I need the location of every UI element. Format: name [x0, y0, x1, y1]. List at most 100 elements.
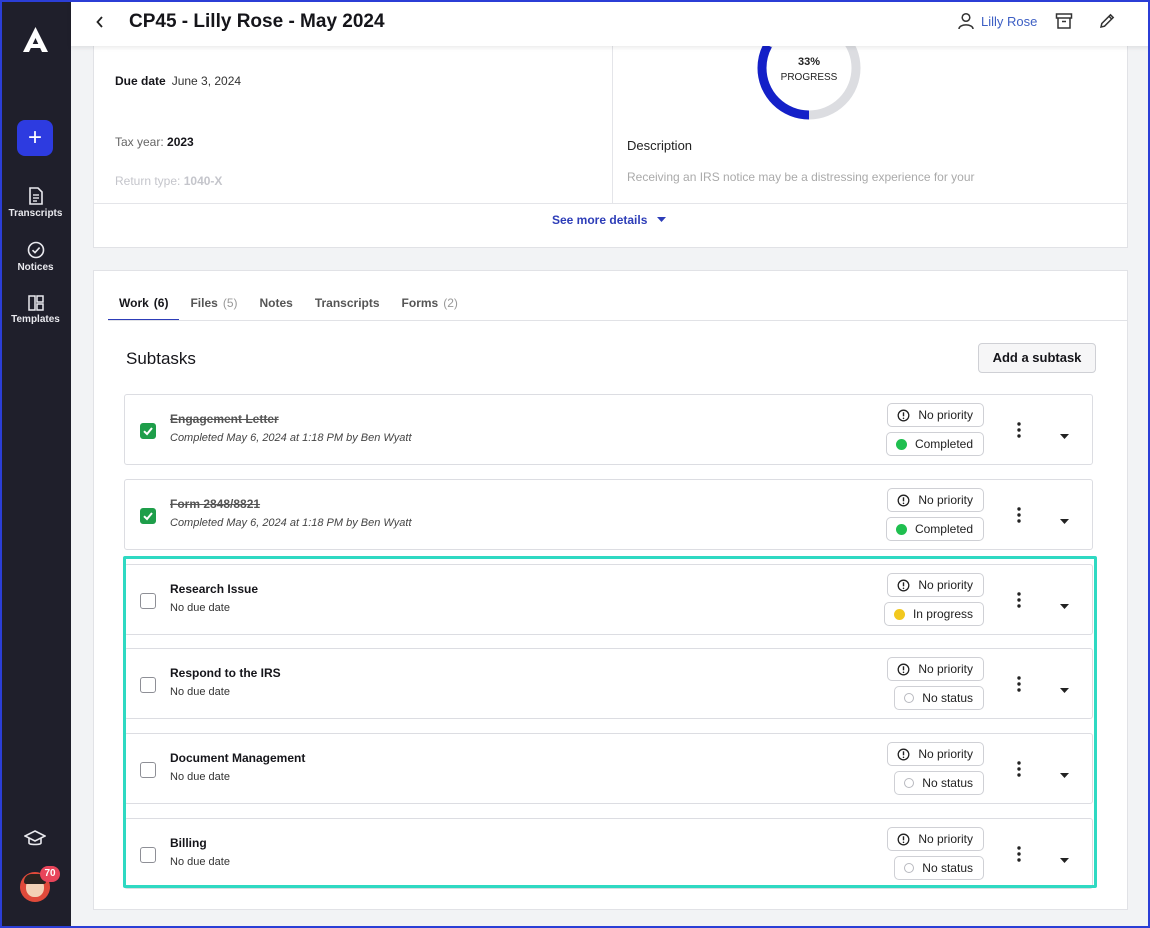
- subtask-row[interactable]: Engagement Letter Completed May 6, 2024 a…: [124, 394, 1093, 465]
- checkmark-icon: [143, 427, 153, 436]
- tab-count: (5): [222, 296, 238, 310]
- subtask-row[interactable]: Billing No due date No priority No status: [124, 818, 1093, 889]
- tab-label: Transcripts: [314, 296, 380, 310]
- caret-down-icon: [1060, 434, 1069, 439]
- priority-dropdown[interactable]: No priority: [887, 827, 984, 851]
- subtask-checkbox[interactable]: [140, 847, 156, 863]
- more-options-icon[interactable]: [1017, 592, 1021, 613]
- due-date: Due date June 3, 2024: [115, 74, 241, 88]
- sidebar-item-notices[interactable]: Notices: [0, 241, 71, 273]
- expand-caret-icon[interactable]: [1060, 512, 1069, 530]
- expand-caret-icon[interactable]: [1060, 766, 1069, 784]
- assigned-user-link[interactable]: Lilly Rose: [957, 12, 1037, 30]
- priority-alert-icon: [897, 579, 910, 591]
- graduation-cap-icon[interactable]: [24, 829, 46, 849]
- subtasks-title: Subtasks: [126, 349, 196, 368]
- priority-dropdown[interactable]: No priority: [887, 403, 984, 427]
- subtask-checkbox[interactable]: [140, 677, 156, 693]
- kebab-icon: [1017, 761, 1021, 777]
- priority-alert-icon: [897, 494, 910, 506]
- user-avatar[interactable]: 70: [20, 866, 60, 902]
- subtask-meta: Completed May 6, 2024 at 1:18 PM by Ben …: [170, 517, 412, 529]
- add-subtask-button[interactable]: Add a subtask: [978, 343, 1096, 373]
- app-logo-icon[interactable]: [22, 26, 49, 53]
- archive-icon[interactable]: [1055, 12, 1073, 30]
- status-dropdown[interactable]: No status: [894, 771, 984, 795]
- subtask-name[interactable]: Research Issue: [170, 582, 258, 596]
- sidebar-item-templates[interactable]: Templates: [0, 295, 71, 325]
- status-label: In progress: [912, 607, 973, 621]
- priority-label: No priority: [918, 832, 973, 846]
- subtask-name[interactable]: Form 2848/8821: [170, 497, 260, 511]
- more-options-icon[interactable]: [1017, 761, 1021, 782]
- subtask-row[interactable]: Research Issue No due date No priority In p…: [124, 564, 1093, 635]
- status-dot: [904, 778, 915, 788]
- kebab-icon: [1017, 676, 1021, 692]
- expand-caret-icon[interactable]: [1060, 597, 1069, 615]
- tab-work[interactable]: Work (6): [108, 295, 180, 321]
- status-dot: [895, 438, 907, 450]
- priority-dropdown[interactable]: No priority: [887, 488, 984, 512]
- more-options-icon[interactable]: [1017, 676, 1021, 697]
- subtask-name[interactable]: Engagement Letter: [170, 412, 279, 426]
- subtask-name[interactable]: Respond to the IRS: [170, 666, 281, 680]
- return-type: Return type: 1040-X: [115, 174, 222, 188]
- work-card: Work (6) Files (5) Notes Transcripts Forms (2) …: [93, 270, 1128, 910]
- subtask-meta: Completed May 6, 2024 at 1:18 PM by Ben …: [170, 432, 412, 444]
- subtask-row[interactable]: Form 2848/8821 Completed May 6, 2024 at 1…: [124, 479, 1093, 550]
- tab-notes[interactable]: Notes: [249, 295, 304, 321]
- more-options-icon[interactable]: [1017, 846, 1021, 867]
- tab-forms[interactable]: Forms (2): [391, 295, 469, 321]
- see-more-details-button[interactable]: See more details: [552, 213, 667, 227]
- status-dropdown[interactable]: No status: [894, 686, 984, 710]
- kebab-icon: [1017, 507, 1021, 523]
- create-new-button[interactable]: +: [17, 120, 53, 156]
- expand-caret-icon[interactable]: [1060, 681, 1069, 699]
- kebab-icon: [1017, 846, 1021, 862]
- more-options-icon[interactable]: [1017, 422, 1021, 443]
- priority-dropdown[interactable]: No priority: [887, 657, 984, 681]
- status-dropdown[interactable]: In progress: [883, 602, 984, 626]
- expand-caret-icon[interactable]: [1060, 427, 1069, 445]
- expand-caret-icon[interactable]: [1060, 851, 1069, 869]
- subtask-meta: No due date: [170, 771, 230, 783]
- caret-down-icon: [1060, 773, 1069, 778]
- back-chevron-icon[interactable]: [95, 14, 105, 30]
- status-dropdown[interactable]: Completed: [885, 432, 984, 456]
- column-divider: [612, 46, 613, 203]
- priority-dropdown[interactable]: No priority: [887, 742, 984, 766]
- status-dropdown[interactable]: Completed: [885, 517, 984, 541]
- page-header: CP45 - Lilly Rose - May 2024 Lilly Rose: [71, 0, 1150, 46]
- more-options-icon[interactable]: [1017, 507, 1021, 528]
- caret-down-icon: [1060, 519, 1069, 524]
- subtask-row[interactable]: Document Management No due date No priorit…: [124, 733, 1093, 804]
- tab-transcripts[interactable]: Transcripts: [304, 295, 391, 321]
- priority-dropdown[interactable]: No priority: [887, 573, 984, 597]
- subtask-row[interactable]: Respond to the IRS No due date No priority…: [124, 648, 1093, 719]
- description-title: Description: [627, 138, 693, 153]
- tab-label: Notes: [259, 296, 293, 310]
- subtask-checkbox[interactable]: [140, 508, 156, 524]
- sidebar-item-transcripts[interactable]: Transcripts: [0, 187, 71, 219]
- tab-label: Work: [119, 296, 149, 310]
- details-divider: [94, 203, 1127, 204]
- subtask-checkbox[interactable]: [140, 762, 156, 778]
- subtask-name[interactable]: Billing: [170, 836, 207, 850]
- caret-down-icon: [657, 217, 667, 222]
- tax-year-value: 2023: [167, 135, 194, 149]
- assigned-user-name[interactable]: Lilly Rose: [981, 14, 1037, 29]
- priority-label: No priority: [918, 408, 973, 422]
- status-dropdown[interactable]: No status: [894, 856, 984, 880]
- subtask-name[interactable]: Document Management: [170, 751, 305, 765]
- subtask-checkbox[interactable]: [140, 423, 156, 439]
- status-dot: [904, 863, 915, 873]
- status-dot: [895, 523, 907, 535]
- priority-alert-icon: [897, 409, 910, 421]
- priority-alert-icon: [897, 833, 910, 845]
- edit-pencil-icon[interactable]: [1098, 12, 1116, 30]
- kebab-icon: [1017, 592, 1021, 608]
- subtask-checkbox[interactable]: [140, 593, 156, 609]
- status-dot: [893, 608, 905, 620]
- status-label: Completed: [914, 437, 973, 451]
- tab-files[interactable]: Files (5): [179, 295, 248, 321]
